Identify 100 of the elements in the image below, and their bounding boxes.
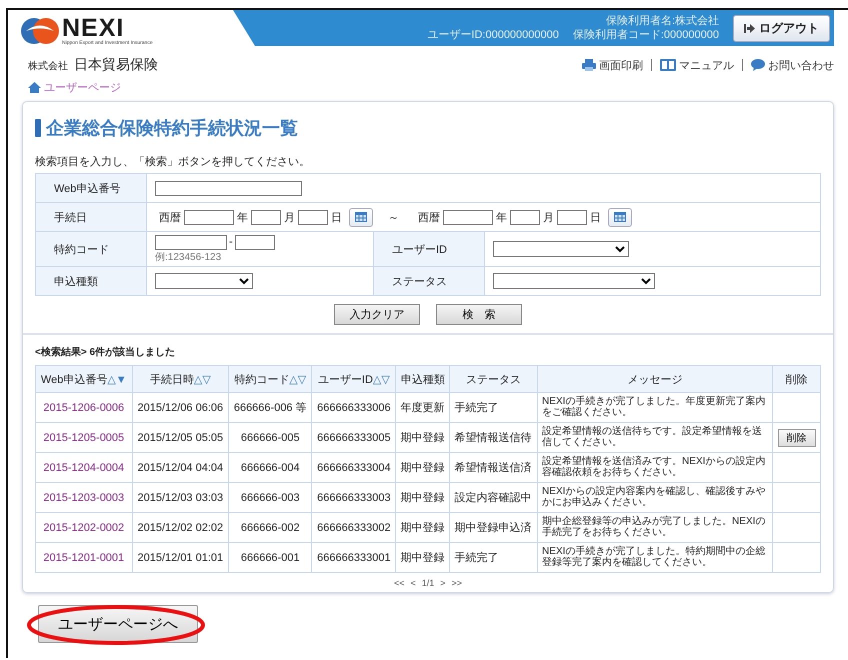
era-label: 西暦	[159, 210, 181, 224]
breadcrumb-link[interactable]: ユーザーページ	[44, 80, 121, 95]
status-dropdown[interactable]	[493, 272, 655, 288]
table-cell: 期中登録	[396, 512, 450, 542]
table-cell: 666666333002	[312, 512, 396, 542]
column-header[interactable]: 手続日時△▽	[132, 366, 229, 392]
unit-label: 年	[237, 210, 248, 224]
title-marker-icon	[35, 119, 41, 137]
table-cell: 希望情報送信待	[450, 422, 538, 452]
instruction-text: 検索項目を入力し、「検索」ボタンを押してください。	[35, 154, 311, 169]
table-cell: 666666333004	[312, 452, 396, 482]
table-cell: 666666-004	[228, 452, 312, 482]
table-cell: 2015/12/03 03:03	[132, 482, 229, 512]
table-cell: 期中登録申込済	[450, 512, 538, 542]
form-label: 特約コード	[36, 232, 146, 266]
table-cell: 666666-006 等	[228, 392, 312, 422]
example-hint: 例:123456-123	[155, 250, 222, 264]
table-cell: 希望情報送信済	[450, 452, 538, 482]
day-field[interactable]	[298, 210, 328, 224]
unit-label: 年	[496, 210, 507, 224]
table-cell: 2015/12/01 01:01	[132, 542, 229, 572]
table-cell: NEXIの手続きが完了しました。年度更新完了案内をご確認ください。	[538, 392, 773, 422]
form-label: ステータス	[374, 266, 484, 296]
pagination-link[interactable]: <<	[394, 578, 404, 588]
day-field[interactable]	[557, 210, 587, 224]
column-header[interactable]: ユーザーID△▽	[312, 366, 396, 392]
home-icon	[28, 82, 41, 93]
table-cell: 期中登録	[396, 422, 450, 452]
book-icon	[660, 59, 676, 71]
delete-button[interactable]: 削除	[778, 428, 816, 446]
table-cell: 期中登録	[396, 542, 450, 572]
clear-button[interactable]: 入力クリア	[334, 304, 420, 325]
print-link[interactable]: 画面印刷	[582, 58, 643, 72]
calendar-button[interactable]	[349, 208, 373, 226]
table-cell: 手続完了	[450, 542, 538, 572]
application-type-dropdown[interactable]	[155, 272, 253, 288]
table-cell: 期中登録	[396, 452, 450, 482]
logo-text: NEXI	[62, 16, 124, 41]
column-header[interactable]: Web申込番号△▼	[36, 366, 132, 392]
unit-label: 月	[543, 210, 554, 224]
table-cell: 666666-001	[228, 542, 312, 572]
company-name: 日本貿易保険	[74, 56, 158, 74]
code-separator: -	[229, 236, 233, 248]
range-separator: ～	[388, 210, 399, 224]
unit-label: 月	[284, 210, 295, 224]
table-cell: 666666333003	[312, 482, 396, 512]
page-title: 企業総合保険特約手続状況一覧	[46, 117, 298, 140]
web-number-field[interactable]	[155, 180, 302, 196]
table-cell: 666666-002	[228, 512, 312, 542]
unit-label: 日	[331, 210, 342, 224]
search-button[interactable]: 検 索	[436, 304, 522, 325]
user-id-text: ユーザーID:000000000000	[427, 28, 559, 43]
table-cell: 年度更新	[396, 392, 450, 422]
calendar-icon	[355, 212, 367, 222]
column-header[interactable]: 特約コード△▽	[228, 366, 312, 392]
column-header: 申込種類	[396, 366, 450, 392]
era-label: 西暦	[418, 210, 440, 224]
table-cell: 666666-003	[228, 482, 312, 512]
table-cell: 2015/12/02 02:02	[132, 512, 229, 542]
pagination-link[interactable]: >>	[452, 578, 462, 588]
company-prefix: 株式会社	[28, 60, 68, 73]
column-header: 削除	[772, 366, 820, 392]
month-field[interactable]	[251, 210, 281, 224]
form-label: 申込種類	[36, 266, 146, 296]
form-label: Web申込番号	[36, 174, 146, 202]
contract-suffix-field[interactable]	[234, 234, 275, 250]
form-label: ユーザーID	[374, 232, 484, 266]
year-field[interactable]	[184, 210, 234, 224]
table-cell: 666666333006	[312, 392, 396, 422]
table-cell: 666666333005	[312, 422, 396, 452]
pagination-link[interactable]: >	[440, 578, 446, 588]
user-id-dropdown[interactable]	[493, 240, 629, 256]
calendar-icon	[614, 212, 626, 222]
logo-icon	[20, 16, 60, 46]
table-cell: 666666333001	[312, 542, 396, 572]
insurer-name-text: 保険利用者名:株式会社	[606, 14, 719, 28]
pagination-link[interactable]: <	[410, 578, 416, 588]
table-cell: NEXIの手続きが完了しました。特約期間中の企総登録等完了案内を確認してください。	[538, 542, 773, 572]
manual-link[interactable]: マニュアル	[660, 58, 734, 72]
column-header: ステータス	[450, 366, 538, 392]
contact-link[interactable]: お問い合わせ	[751, 58, 834, 72]
year-field[interactable]	[443, 210, 493, 224]
pagination-link[interactable]: 1/1	[422, 578, 434, 588]
unit-label: 日	[590, 210, 601, 224]
logout-arrow-icon	[744, 24, 755, 32]
table-cell: 2015/12/04 04:04	[132, 452, 229, 482]
form-label: 手続日	[36, 202, 146, 232]
table-cell: 手続完了	[450, 392, 538, 422]
table-cell: 666666-005	[228, 422, 312, 452]
table-cell: 2015/12/06 06:06	[132, 392, 229, 422]
speech-bubble-icon	[751, 59, 765, 71]
month-field[interactable]	[510, 210, 540, 224]
table-cell: 設定希望情報を送信済みです。NEXIからの設定内容確認依頼をお待ちください。	[538, 452, 773, 482]
contract-code-field[interactable]	[155, 234, 227, 250]
printer-icon	[582, 59, 596, 71]
calendar-button[interactable]	[608, 208, 632, 226]
table-cell: 期中登録	[396, 482, 450, 512]
insurer-code-text: 保険利用者コード:000000000	[572, 28, 719, 42]
table-cell: 2015/12/05 05:05	[132, 422, 229, 452]
logout-button[interactable]: ログアウト	[733, 14, 830, 42]
